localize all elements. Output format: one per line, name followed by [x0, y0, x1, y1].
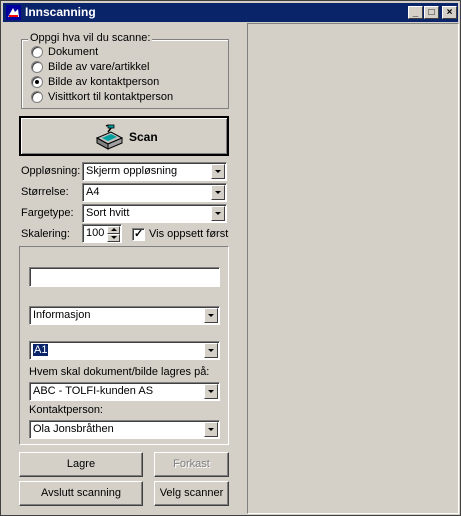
- size-select[interactable]: A4: [82, 183, 227, 202]
- code-value: A1: [33, 344, 49, 356]
- choose-scanner-label: Velg scanner: [159, 487, 224, 499]
- chevron-down-icon[interactable]: [204, 308, 218, 323]
- resolution-label: Oppløsning:: [21, 165, 81, 177]
- spin-down-icon[interactable]: [107, 234, 120, 242]
- radio-label: Bilde av kontaktperson: [48, 76, 160, 88]
- radio-button[interactable]: [31, 61, 43, 73]
- chevron-down-icon[interactable]: [204, 422, 218, 437]
- radio-button[interactable]: [31, 46, 43, 58]
- color-type-select[interactable]: Sort hvitt: [82, 204, 227, 223]
- contact-label: Kontaktperson:: [29, 404, 103, 416]
- size-label: Størrelse:: [21, 186, 69, 198]
- minimize-button[interactable]: _: [408, 6, 423, 19]
- chevron-down-icon[interactable]: [204, 384, 218, 399]
- spin-up-icon[interactable]: [107, 226, 120, 234]
- scale-stepper[interactable]: 100: [82, 224, 122, 243]
- size-value: A4: [86, 186, 100, 198]
- radio-button[interactable]: [31, 91, 43, 103]
- scan-label: Scan: [129, 130, 158, 144]
- company-value: ABC - TOLFI-kunden AS: [33, 385, 154, 397]
- discard-label: Forkast: [173, 458, 210, 470]
- minimize-icon: _: [412, 7, 419, 18]
- color-type-value: Sort hvitt: [86, 207, 130, 219]
- choose-scanner-button[interactable]: Velg scanner: [154, 481, 229, 506]
- scale-label: Skalering:: [21, 228, 70, 240]
- contact-value: Ola Jonsbråthen: [33, 423, 114, 435]
- scan-type-group: Oppgi hva vil du scanne: Dokument Bilde …: [21, 32, 229, 109]
- title-bar[interactable]: Innscanning _ □ ×: [3, 3, 458, 22]
- radio-label: Visittkort til kontaktperson: [48, 91, 174, 103]
- color-type-label: Fargetype:: [21, 207, 74, 219]
- scan-type-legend: Oppgi hva vil du scanne:: [28, 32, 153, 44]
- save-location-text: Hvem skal dokument/bilde lagres på:: [29, 366, 210, 378]
- category-value: Informasjon: [33, 309, 91, 321]
- resolution-value: Skjerm oppløsning: [86, 165, 178, 177]
- radio-label: Dokument: [48, 46, 99, 58]
- contact-select[interactable]: Ola Jonsbråthen: [29, 420, 220, 439]
- radio-label: Bilde av vare/artikkel: [48, 61, 150, 73]
- preview-label: Vis oppsett først: [149, 228, 229, 240]
- radio-button-checked[interactable]: [31, 76, 43, 88]
- scan-button[interactable]: Scan: [19, 116, 229, 156]
- category-select[interactable]: Informasjon: [29, 306, 220, 325]
- maximize-icon: □: [428, 7, 435, 18]
- close-icon: ×: [446, 7, 453, 18]
- chevron-down-icon[interactable]: [211, 164, 225, 179]
- finish-scanning-label: Avslutt scanning: [41, 487, 121, 499]
- save-button[interactable]: Lagre: [19, 452, 143, 477]
- app-icon: [6, 5, 21, 20]
- company-select[interactable]: ABC - TOLFI-kunden AS: [29, 382, 220, 401]
- maximize-button[interactable]: □: [424, 6, 439, 19]
- preview-pane: [247, 23, 459, 514]
- resolution-select[interactable]: Skjerm oppløsning: [82, 162, 227, 181]
- preview-checkbox[interactable]: ✓: [132, 228, 145, 241]
- scanner-icon: [95, 124, 124, 150]
- code-select[interactable]: A1: [29, 341, 220, 360]
- discard-button[interactable]: Forkast: [154, 452, 229, 477]
- chevron-down-icon[interactable]: [204, 343, 218, 358]
- name-input[interactable]: [29, 267, 220, 287]
- scale-value: 100: [86, 227, 105, 239]
- finish-scanning-button[interactable]: Avslutt scanning: [19, 481, 143, 506]
- chevron-down-icon[interactable]: [211, 206, 225, 221]
- save-label: Lagre: [66, 458, 96, 470]
- checkmark-icon: ✓: [134, 228, 144, 240]
- chevron-down-icon[interactable]: [211, 185, 225, 200]
- window-title: Innscanning: [25, 5, 96, 19]
- save-location-label: Hvem skal dokument/bilde lagres på:: [29, 366, 209, 378]
- close-button[interactable]: ×: [442, 6, 457, 19]
- details-panel: Informasjon A1 Hvem skal dokument/bilde …: [19, 246, 229, 445]
- innscanning-window: Innscanning _ □ × Oppgi hva vil du scann…: [0, 0, 461, 516]
